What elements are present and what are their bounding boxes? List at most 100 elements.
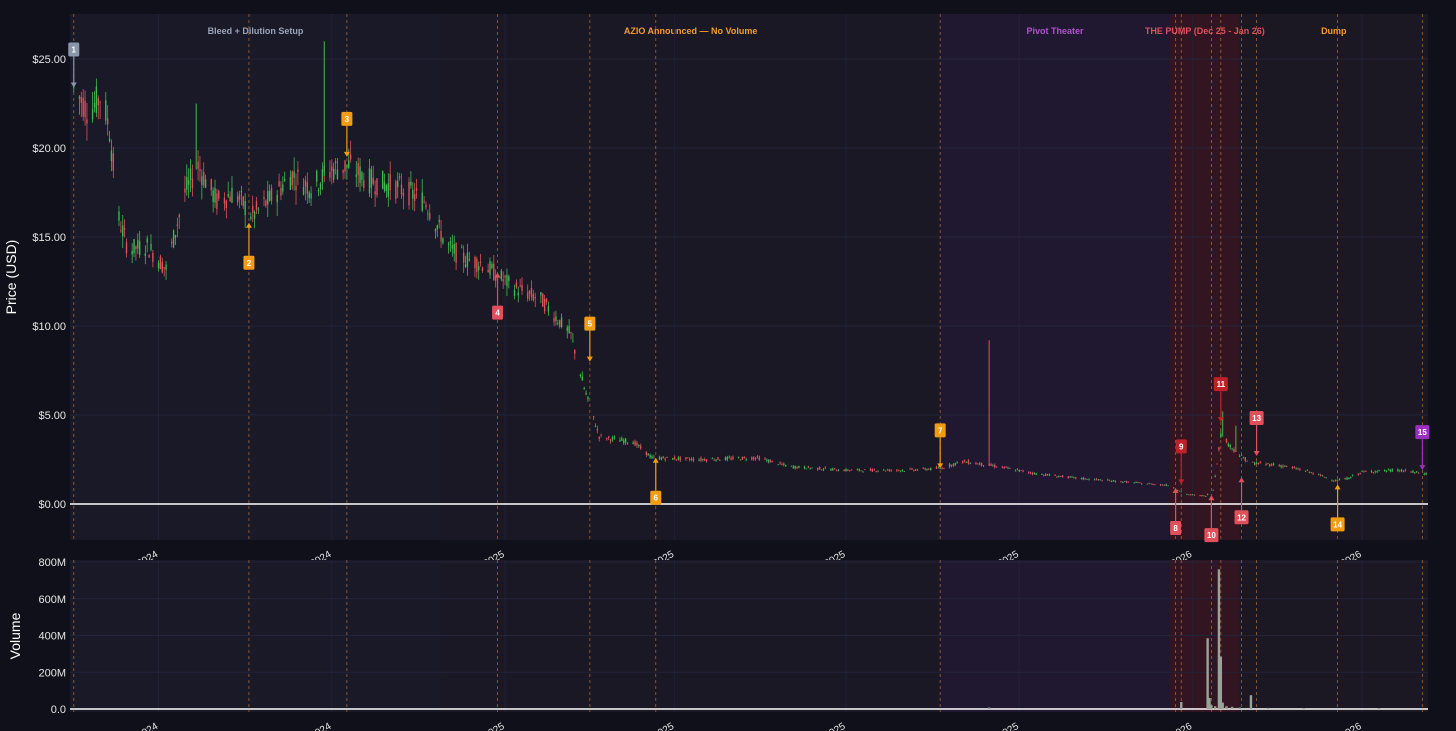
candle-body: [611, 437, 614, 440]
candle-body: [242, 196, 244, 207]
candle-body: [1278, 465, 1280, 467]
candle-body: [1031, 473, 1034, 475]
candle-body: [916, 469, 919, 471]
candle-body: [137, 240, 139, 249]
candle-body: [685, 457, 687, 460]
candle-body: [1321, 475, 1324, 477]
candle-body: [899, 470, 902, 472]
candle-body: [1225, 439, 1228, 443]
candle-body: [163, 267, 165, 269]
candle-body: [1323, 476, 1326, 478]
candle-body: [692, 458, 695, 461]
candle-body: [125, 242, 128, 254]
candle-body: [451, 244, 454, 249]
candle-body: [1061, 475, 1064, 478]
candle-body: [223, 197, 226, 204]
candle-body: [1044, 473, 1047, 476]
candle-body: [1310, 472, 1312, 473]
candle-body: [1410, 471, 1412, 473]
marker-number: 11: [1217, 380, 1226, 389]
candle-body: [730, 458, 732, 460]
candle-body: [1344, 478, 1346, 480]
candle-body: [122, 225, 124, 237]
candle-body: [1257, 462, 1260, 465]
candle-body: [517, 292, 519, 296]
candle-body: [1014, 470, 1017, 472]
candle-body: [1180, 491, 1182, 493]
candle-body: [995, 466, 998, 468]
candle-body: [1056, 476, 1058, 478]
candle-body: [1387, 469, 1390, 471]
candle-body: [743, 457, 745, 458]
candle-body: [376, 178, 378, 195]
candle-body: [600, 434, 602, 436]
candle-body: [1336, 480, 1339, 482]
candle-body: [824, 467, 826, 469]
candle-body: [1020, 470, 1022, 471]
candle-body: [150, 243, 152, 250]
candle-body: [898, 470, 900, 472]
candle-body: [1372, 472, 1375, 474]
candle-body: [664, 458, 666, 460]
candle-body: [280, 187, 282, 196]
candle-body: [1165, 484, 1167, 486]
candle-body: [447, 244, 450, 245]
candle-body: [1351, 475, 1354, 477]
candle-body: [1297, 468, 1299, 470]
candle-body: [1220, 433, 1222, 438]
phase-band: [940, 14, 1170, 540]
candle-body: [560, 317, 563, 328]
candle-body: [1110, 481, 1113, 483]
candle-body: [489, 261, 491, 275]
candle-body: [645, 451, 648, 455]
candle-body: [385, 185, 388, 191]
candle-body: [184, 188, 186, 193]
candle-body: [1206, 494, 1209, 495]
marker-number: 8: [1173, 524, 1178, 533]
candle-body: [389, 173, 391, 191]
candle-body: [348, 160, 350, 168]
candle-body: [1400, 469, 1403, 472]
candle-body: [632, 442, 634, 445]
candle-body: [1244, 457, 1246, 462]
marker-number: 7: [938, 426, 943, 435]
candle-body: [785, 465, 787, 467]
candle-body: [148, 254, 150, 258]
candle-body: [574, 349, 576, 354]
candle-body: [118, 211, 120, 221]
candle-body: [278, 181, 280, 187]
candle-body: [110, 150, 113, 161]
candle-body: [783, 463, 785, 465]
candle-body: [769, 460, 772, 463]
candle-body: [858, 468, 860, 471]
candle-body: [1163, 485, 1166, 486]
marker-number: 5: [588, 320, 593, 329]
candle-body: [623, 440, 625, 444]
candle-body: [276, 194, 278, 203]
candle-body: [425, 204, 427, 208]
candle-body: [508, 276, 510, 281]
candle-body: [688, 459, 691, 460]
candle-body: [308, 192, 310, 199]
candle-body: [992, 465, 994, 467]
candle-body: [594, 425, 597, 427]
candle-body: [1272, 463, 1275, 465]
candle-body: [383, 182, 386, 192]
candle-body: [990, 464, 992, 466]
candle-body: [346, 164, 348, 168]
candle-body: [423, 201, 425, 202]
candle-body: [1009, 467, 1011, 469]
candle-body: [1363, 471, 1365, 473]
candle-body: [837, 470, 840, 472]
volume-tick-label: 600M: [38, 594, 66, 606]
candle-body: [1312, 473, 1314, 475]
volume-bar: [1266, 707, 1270, 709]
candle-body: [624, 438, 627, 443]
candle-body: [344, 160, 346, 172]
candle-body: [534, 296, 536, 299]
candle-body: [1414, 472, 1416, 474]
candle-body: [1082, 477, 1085, 480]
marker-number: 13: [1252, 414, 1261, 423]
candle-body: [479, 262, 482, 263]
candle-body: [349, 154, 352, 160]
